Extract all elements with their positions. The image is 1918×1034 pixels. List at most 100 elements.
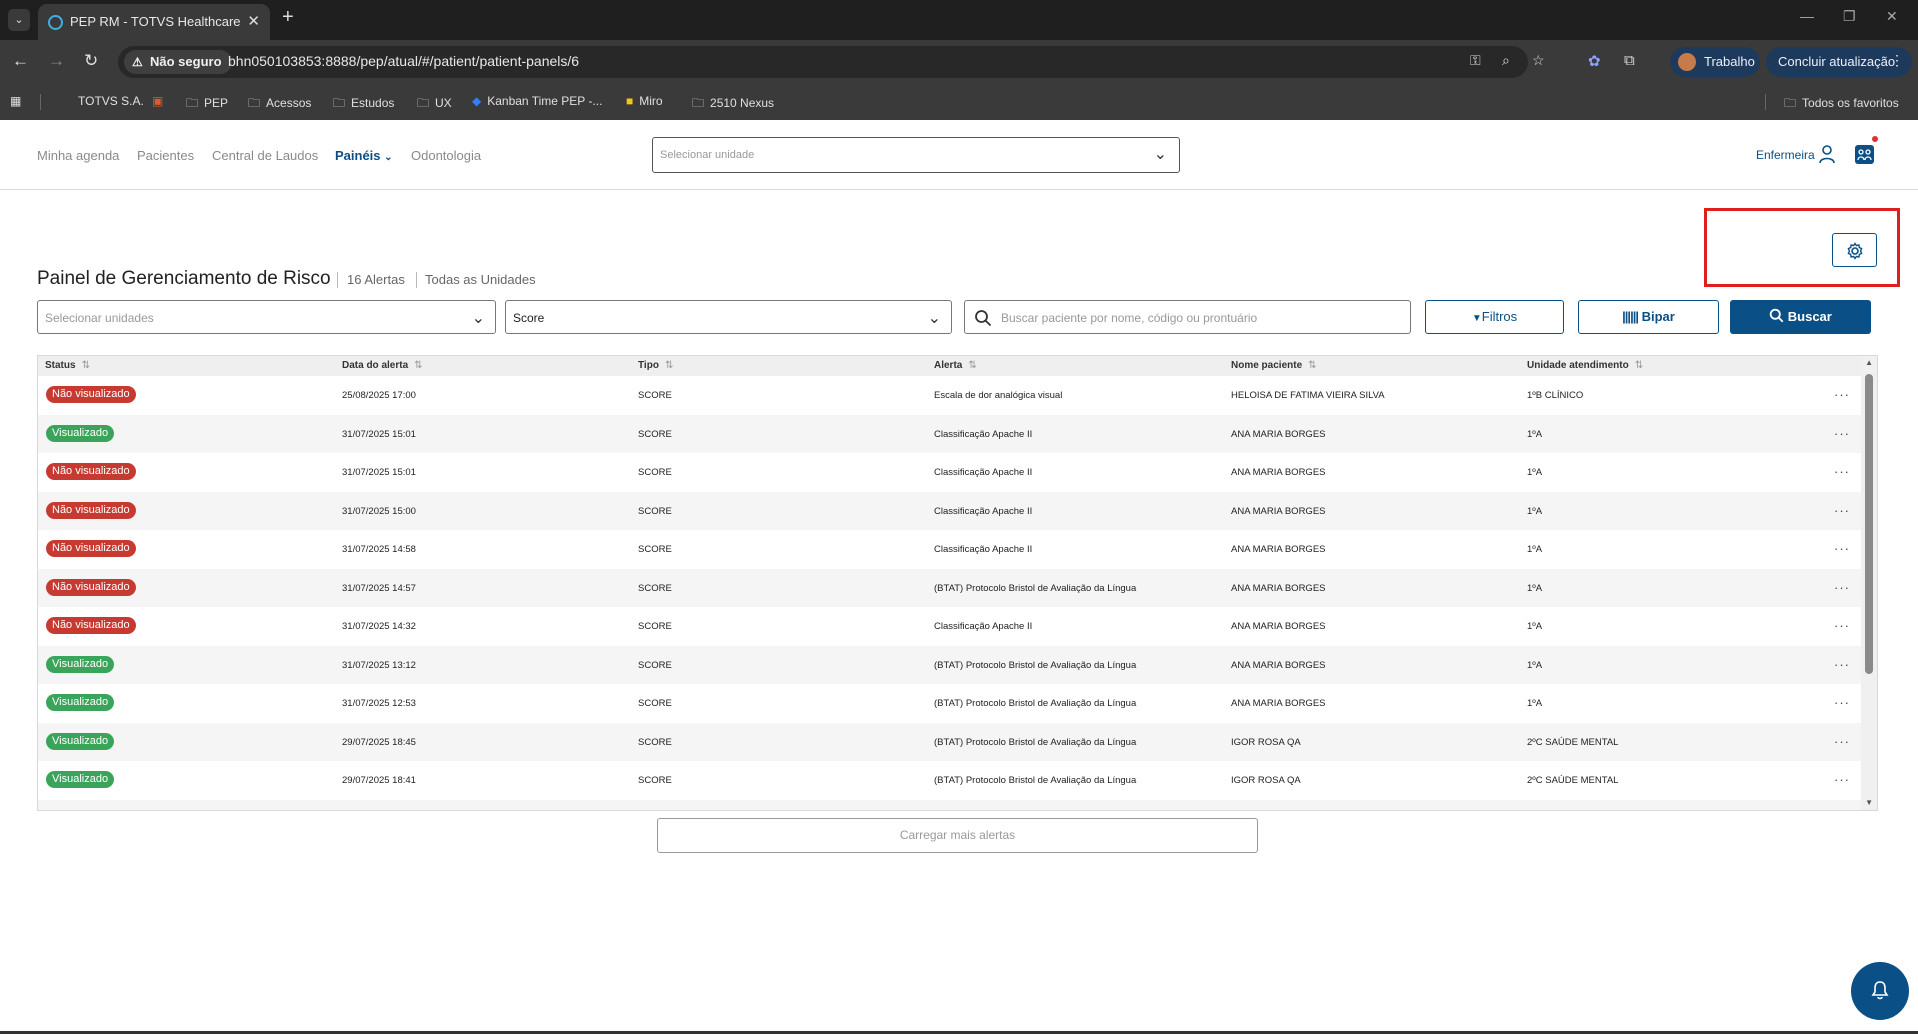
- bookmark-ux[interactable]: 🗀 UX: [417, 94, 452, 115]
- forward-icon[interactable]: →: [48, 51, 65, 71]
- cell-patient: HELOISA DE FATIMA VIEIRA SILVA: [1231, 390, 1385, 401]
- reload-icon[interactable]: ↻: [84, 51, 98, 71]
- browser-tab[interactable]: PEP RM - TOTVS Healthcare ✕: [38, 4, 270, 40]
- table-row[interactable]: Visualizado: [38, 799, 1861, 810]
- app-switch-icon: [1857, 149, 1872, 161]
- table-row[interactable]: Visualizado 31/07/2025 12:53 SCORE (BTAT) P…: [38, 684, 1861, 723]
- minimize-icon[interactable]: —: [1800, 8, 1814, 24]
- calendar-icon[interactable]: ▣: [152, 94, 163, 108]
- row-menu-icon[interactable]: ···: [1834, 618, 1850, 633]
- column-header-date[interactable]: Data do alerta ⇅: [342, 360, 423, 371]
- row-menu-icon[interactable]: ···: [1834, 772, 1850, 787]
- table-row[interactable]: Visualizado 29/07/2025 18:41 SCORE (BTAT) P…: [38, 761, 1861, 800]
- column-header-patient[interactable]: Nome paciente ⇅: [1231, 360, 1317, 371]
- notifications-button[interactable]: [1851, 962, 1909, 1020]
- column-header-alert[interactable]: Alerta ⇅: [934, 360, 977, 371]
- bookmark-miro[interactable]: ■ Miro: [626, 94, 663, 108]
- search-button-label: Buscar: [1787, 309, 1832, 324]
- scan-button[interactable]: |||||| Bipar: [1578, 300, 1719, 334]
- user-icon[interactable]: [1818, 144, 1836, 164]
- row-menu-icon[interactable]: ···: [1834, 464, 1850, 479]
- search-button[interactable]: Buscar: [1730, 300, 1871, 334]
- bookmark-divider: [40, 94, 41, 110]
- restore-icon[interactable]: ❐: [1843, 8, 1856, 25]
- table-scrollbar[interactable]: ▲ ▼: [1861, 356, 1877, 810]
- update-button[interactable]: Concluir atualização ⋮: [1766, 47, 1912, 77]
- row-menu-icon[interactable]: ···: [1834, 503, 1850, 518]
- bookmark-nexus[interactable]: 🗀 2510 Nexus: [692, 94, 774, 115]
- security-chip[interactable]: ⚠ Não seguro: [124, 50, 232, 74]
- table-row[interactable]: Não visualizado 31/07/2025 14:57 SCORE (BTA…: [38, 568, 1861, 607]
- extension-icon[interactable]: ✿: [1588, 52, 1601, 70]
- bookmark-star-icon[interactable]: ☆: [1532, 52, 1545, 69]
- patient-search-input[interactable]: Buscar paciente por nome, código ou pron…: [964, 300, 1411, 334]
- cell-patient: ANA MARIA BORGES: [1231, 659, 1326, 671]
- table-row[interactable]: Visualizado 31/07/2025 13:12 SCORE (BTAT) P…: [38, 645, 1861, 684]
- table-row[interactable]: Não visualizado 31/07/2025 15:00 SCORE Clas…: [38, 491, 1861, 530]
- row-menu-icon[interactable]: ···: [1834, 541, 1850, 556]
- row-menu-icon[interactable]: ···: [1834, 657, 1850, 672]
- menu-odontologia[interactable]: Odontologia: [411, 148, 481, 163]
- units-select[interactable]: Selecionar unidades ⌄: [37, 300, 496, 334]
- status-badge: Não visualizado: [46, 463, 136, 480]
- menu-pacientes[interactable]: Pacientes: [137, 148, 194, 163]
- column-header-status[interactable]: Status ⇅: [45, 360, 90, 371]
- row-menu-icon[interactable]: ···: [1834, 580, 1850, 595]
- sort-icon: ⇅: [1308, 360, 1317, 371]
- filters-button[interactable]: ▼Filtros: [1425, 300, 1564, 334]
- settings-gear-icon: [1847, 242, 1863, 260]
- profile-chip[interactable]: Trabalho: [1670, 47, 1760, 77]
- cell-type: SCORE: [638, 428, 672, 440]
- alert-type-select[interactable]: Score ⌄: [505, 300, 952, 334]
- new-tab-icon[interactable]: +: [282, 6, 294, 29]
- scrollbar-thumb[interactable]: [1865, 374, 1873, 674]
- table-row[interactable]: Visualizado 31/07/2025 15:01 SCORE Classifi…: [38, 414, 1861, 453]
- role-label[interactable]: Enfermeira: [1756, 148, 1815, 162]
- unit-select[interactable]: Selecionar unidade ⌄: [652, 137, 1180, 173]
- zoom-icon[interactable]: ⌕: [1502, 52, 1510, 69]
- bookmark-acessos[interactable]: 🗀 Acessos: [248, 94, 311, 115]
- apps-grid-icon[interactable]: ▦: [10, 94, 21, 108]
- table-row[interactable]: Não visualizado 31/07/2025 14:32 SCORE Clas…: [38, 607, 1861, 646]
- column-header-unit[interactable]: Unidade atendimento ⇅: [1527, 360, 1643, 371]
- bookmark-totvs[interactable]: TOTVS S.A.: [78, 94, 144, 108]
- table-row[interactable]: Visualizado 29/07/2025 18:45 SCORE (BTAT) P…: [38, 722, 1861, 761]
- menu-central-de-laudos[interactable]: Central de Laudos: [212, 148, 318, 163]
- all-bookmarks[interactable]: 🗀 Todos os favoritos: [1784, 94, 1899, 115]
- table-row[interactable]: Não visualizado 31/07/2025 15:01 SCORE Clas…: [38, 453, 1861, 492]
- app-switch-button[interactable]: [1855, 145, 1874, 164]
- browser-menu-icon[interactable]: ⋮: [1890, 52, 1904, 69]
- address-bar[interactable]: ⚠ Não seguro bhn050103853:8888/pep/atual…: [118, 46, 1545, 78]
- settings-button[interactable]: [1832, 233, 1877, 267]
- cell-patient: IGOR ROSA QA: [1231, 736, 1301, 748]
- cell-date: 31/07/2025 13:12: [342, 659, 416, 671]
- tab-list-button[interactable]: ⌄: [8, 9, 30, 31]
- row-menu-icon[interactable]: ···: [1834, 426, 1850, 441]
- close-window-icon[interactable]: ✕: [1886, 8, 1898, 25]
- back-icon[interactable]: ←: [12, 51, 29, 71]
- url-text[interactable]: bhn050103853:8888/pep/atual/#/patient/pa…: [228, 53, 579, 69]
- tab-close-icon[interactable]: ✕: [247, 12, 260, 30]
- load-more-button[interactable]: Carregar mais alertas: [657, 818, 1258, 853]
- title-divider: [416, 272, 417, 288]
- scroll-up-icon[interactable]: ▲: [1865, 358, 1873, 367]
- column-header-type[interactable]: Tipo ⇅: [638, 360, 673, 371]
- cell-date: 31/07/2025 14:58: [342, 544, 416, 555]
- cell-alert: Classificação Apache II: [934, 428, 1033, 440]
- bookmark-pep[interactable]: 🗀 PEP: [186, 94, 228, 115]
- tab-favicon-icon: [48, 15, 63, 30]
- bookmark-estudos[interactable]: 🗀 Estudos: [333, 94, 394, 115]
- table-row[interactable]: Não visualizado 31/07/2025 14:58 SCORE Clas…: [38, 530, 1861, 569]
- menu-minha-agenda[interactable]: Minha agenda: [37, 148, 119, 163]
- password-key-icon[interactable]: ⚿: [1470, 52, 1481, 69]
- cell-date: 31/07/2025 15:01: [342, 467, 416, 478]
- row-menu-icon[interactable]: ···: [1834, 695, 1850, 710]
- scroll-down-icon[interactable]: ▼: [1865, 798, 1873, 807]
- row-menu-icon[interactable]: ···: [1834, 387, 1850, 402]
- extensions-puzzle-icon[interactable]: ⧉: [1624, 52, 1635, 69]
- table-row[interactable]: Não visualizado 25/08/2025 17:00 SCORE Esca…: [38, 376, 1861, 415]
- barcode-icon: ||||||: [1622, 309, 1639, 324]
- menu-paineis[interactable]: Painéis ⌄: [335, 148, 393, 163]
- row-menu-icon[interactable]: ···: [1834, 734, 1850, 749]
- bookmark-kanban[interactable]: ◆ Kanban Time PEP -...: [472, 94, 602, 108]
